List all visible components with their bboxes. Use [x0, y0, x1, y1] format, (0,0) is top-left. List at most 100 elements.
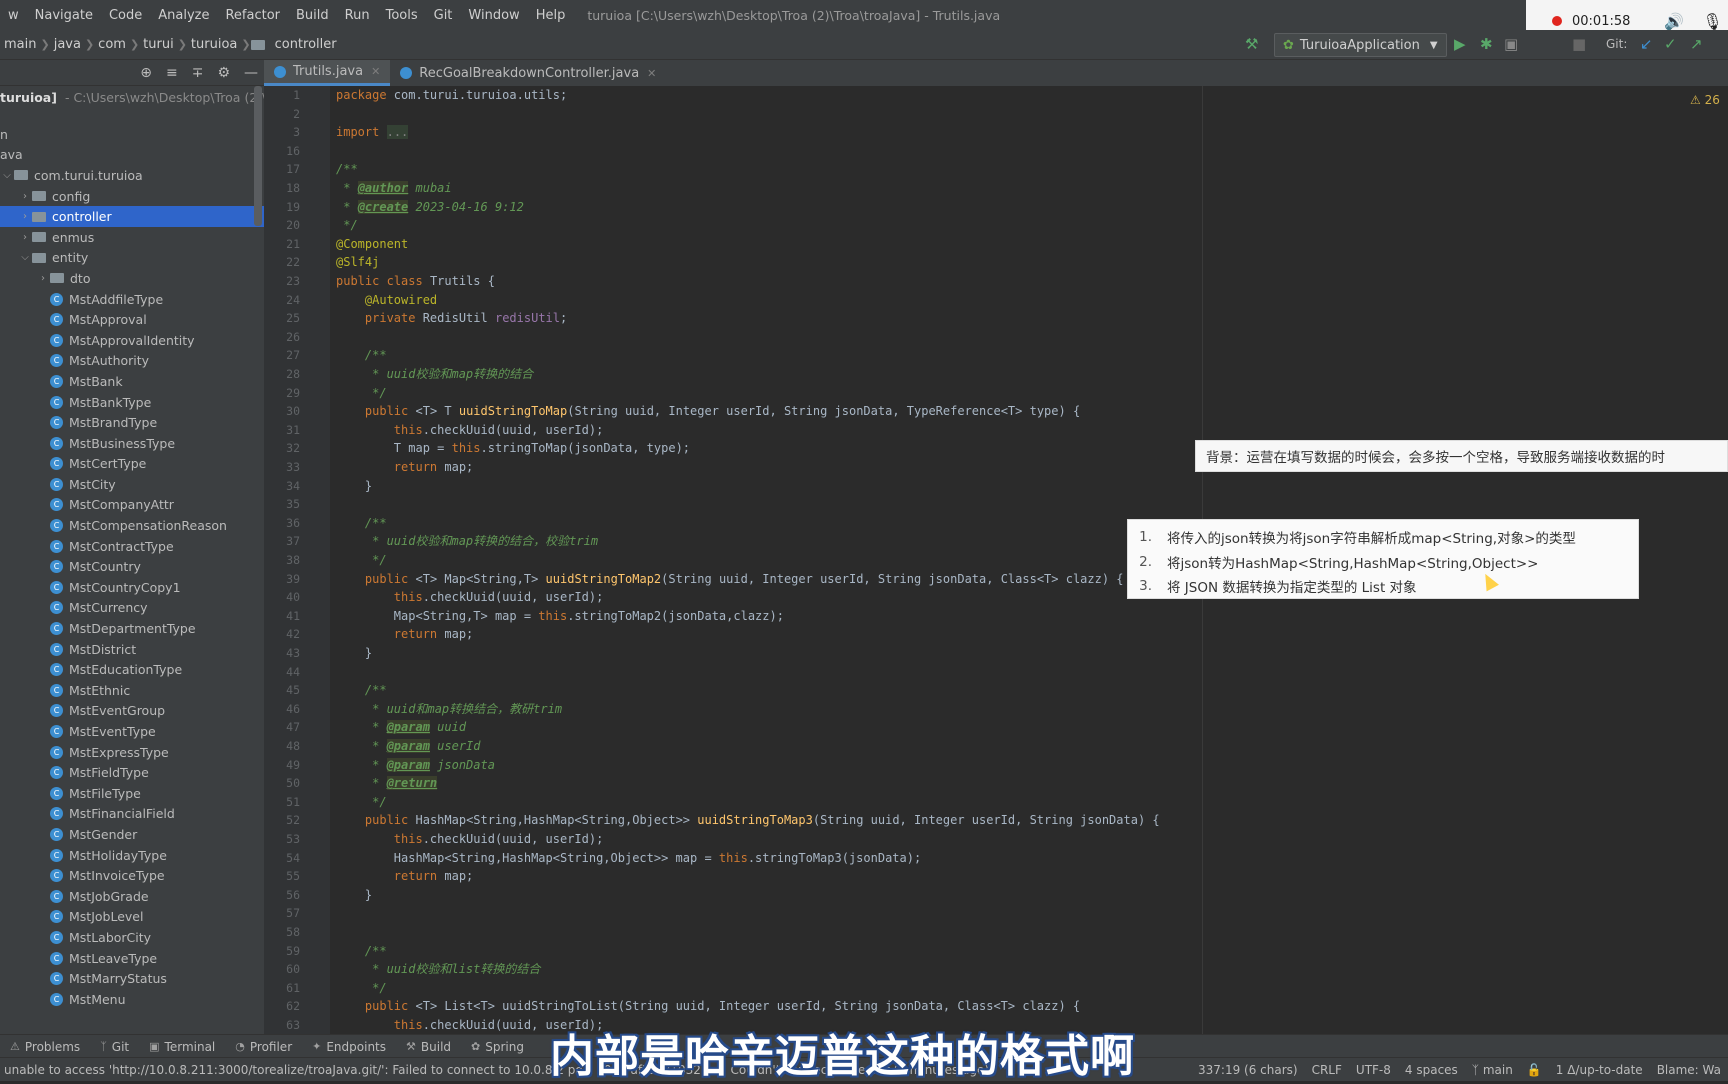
code-line[interactable]: /** — [336, 346, 387, 365]
tree-item-mstjoblevel[interactable]: C MstJobLevel — [0, 907, 264, 928]
tree-item-mstcontracttype[interactable]: C MstContractType — [0, 536, 264, 557]
line-separator[interactable]: CRLF — [1305, 1063, 1349, 1077]
tree-item-mstjobgrade[interactable]: C MstJobGrade — [0, 886, 264, 907]
gear-icon[interactable]: ⚙ — [217, 65, 230, 81]
tree-item-msteducationtype[interactable]: C MstEducationType — [0, 659, 264, 680]
code-line[interactable]: public <T> T uuidStringToMap(String uuid… — [336, 402, 1080, 421]
code-line[interactable]: * @create 2023-04-16 9:12 — [336, 198, 524, 217]
speaker-icon[interactable]: 🔊 — [1664, 12, 1684, 31]
tree-item-config[interactable]: › config — [0, 186, 264, 207]
menu-item-git[interactable]: Git — [426, 8, 461, 23]
tree-item-controller[interactable]: › controller — [0, 206, 264, 227]
tree-item-mstethnic[interactable]: C MstEthnic — [0, 680, 264, 701]
code-line[interactable]: private RedisUtil redisUtil; — [336, 309, 567, 328]
git-push-icon[interactable]: ↗ — [1690, 35, 1703, 53]
lock-icon[interactable]: 🔓 — [1520, 1063, 1549, 1077]
project-root[interactable]: turuioa] - C:\Users\wzh\Desktop\Troa (2)… — [0, 86, 264, 108]
tree-item-mstfieldtype[interactable]: C MstFieldType — [0, 762, 264, 783]
run-icon[interactable]: ▶ — [1454, 35, 1466, 53]
breadcrumb-item[interactable]: turuioa — [187, 37, 241, 52]
code-line[interactable]: public <T> List<T> uuidStringToList(Stri… — [336, 997, 1080, 1016]
tree-item-entity[interactable]: ⌵ entity — [0, 248, 264, 269]
code-line[interactable]: * uuid校验和map转换的结合，校验trim — [336, 532, 598, 551]
tool-tab-problems[interactable]: ⚠ Problems — [0, 1040, 90, 1054]
tree-item-mstleavetype[interactable]: C MstLeaveType — [0, 948, 264, 969]
breadcrumb-item[interactable]: main — [0, 37, 40, 52]
coverage-icon[interactable]: ▣ — [1504, 35, 1518, 53]
tree-item-mstcurrency[interactable]: C MstCurrency — [0, 598, 264, 619]
indent-setting[interactable]: 4 spaces — [1398, 1063, 1465, 1077]
code-line[interactable]: * @param userId — [336, 737, 481, 756]
code-line[interactable]: @Slf4j — [336, 253, 379, 272]
code-line[interactable]: */ — [336, 216, 357, 235]
tree-item-mstbanktype[interactable]: C MstBankType — [0, 392, 264, 413]
tree-item-mstexpresstype[interactable]: C MstExpressType — [0, 742, 264, 763]
code-line[interactable]: } — [336, 477, 372, 496]
hide-icon[interactable]: — — [244, 65, 258, 81]
tree-item-mstcity[interactable]: C MstCity — [0, 474, 264, 495]
vcs-status[interactable]: 1 Δ/up-to-date — [1549, 1063, 1650, 1077]
tree-item-mstinvoicetype[interactable]: C MstInvoiceType — [0, 865, 264, 886]
code-line[interactable]: import ... — [336, 123, 409, 142]
menu-item-w[interactable]: w — [0, 8, 27, 23]
tool-tab-spring[interactable]: ✿ Spring — [461, 1040, 534, 1054]
code-line[interactable]: /** — [336, 160, 358, 179]
code-line[interactable]: /** — [336, 514, 387, 533]
file-encoding[interactable]: UTF-8 — [1349, 1063, 1398, 1077]
blame-status[interactable]: Blame: Wa — [1650, 1063, 1728, 1077]
run-configuration-select[interactable]: ✿ TuruioaApplication ▼ — [1274, 33, 1447, 57]
tree-item-dto[interactable]: › dto — [0, 268, 264, 289]
close-icon[interactable]: ✕ — [371, 65, 380, 78]
tree-item-mstcerttype[interactable]: C MstCertType — [0, 454, 264, 475]
tree-item-mstmenu[interactable]: C MstMenu — [0, 989, 264, 1010]
code-line[interactable]: } — [336, 886, 372, 905]
menu-item-code[interactable]: Code — [101, 8, 150, 23]
tree-item-mstapprovalidentity[interactable]: C MstApprovalIdentity — [0, 330, 264, 351]
code-line[interactable]: */ — [336, 551, 386, 570]
tree-item-mstcompanyattr[interactable]: C MstCompanyAttr — [0, 495, 264, 516]
code-line[interactable]: * uuid校验和list转换的结合 — [336, 960, 540, 979]
menu-item-navigate[interactable]: Navigate — [27, 8, 101, 23]
code-line[interactable]: Map<String,T> map = this.stringToMap2(js… — [336, 607, 784, 626]
menu-item-build[interactable]: Build — [288, 8, 337, 23]
code-line[interactable]: * @param jsonData — [336, 756, 495, 775]
chevron-right-icon[interactable]: › — [18, 211, 32, 222]
code-line[interactable]: return map; — [336, 458, 473, 477]
tab-trutils-java[interactable]: Trutils.java ✕ — [264, 60, 391, 86]
caret-position[interactable]: 337:19 (6 chars) — [1191, 1063, 1305, 1077]
chevron-right-icon[interactable]: › — [36, 273, 50, 284]
code-line[interactable]: HashMap<String,HashMap<String,Object>> m… — [336, 849, 921, 868]
tree-item-mstbank[interactable]: C MstBank — [0, 371, 264, 392]
tree-item-msteventgroup[interactable]: C MstEventGroup — [0, 701, 264, 722]
tree-item-n[interactable]: n — [0, 124, 264, 145]
tool-tab-build[interactable]: ⚒ Build — [396, 1040, 461, 1054]
record-icon[interactable] — [1552, 16, 1562, 26]
tree-item-mstcountrycopy1[interactable]: C MstCountryCopy1 — [0, 577, 264, 598]
tree-item-mstholidaytype[interactable]: C MstHolidayType — [0, 845, 264, 866]
code-line[interactable]: * @return — [336, 774, 438, 793]
debug-icon[interactable]: ✱ — [1480, 35, 1493, 53]
code-line[interactable]: this.checkUuid(uuid, userId); — [336, 421, 604, 440]
tree-item-mstcompensationreason[interactable]: C MstCompensationReason — [0, 515, 264, 536]
git-branch[interactable]: ᛉ main — [1465, 1063, 1520, 1077]
code-line[interactable]: * @param uuid — [336, 718, 466, 737]
tool-tab-endpoints[interactable]: ✦ Endpoints — [302, 1040, 396, 1054]
close-icon[interactable]: ✕ — [647, 67, 656, 80]
stop-icon[interactable]: ■ — [1572, 35, 1586, 53]
tree-item-msteventtype[interactable]: C MstEventType — [0, 721, 264, 742]
mic-icon[interactable]: 🎙 — [1702, 12, 1722, 31]
tool-tab-terminal[interactable]: ▣ Terminal — [139, 1040, 225, 1054]
locate-icon[interactable]: ⊕ — [140, 65, 152, 81]
code-line[interactable]: this.checkUuid(uuid, userId); — [336, 830, 604, 849]
chevron-right-icon[interactable]: ⌵ — [0, 170, 14, 181]
code-line[interactable]: */ — [336, 979, 386, 998]
tree-item-com.turui.turuioa[interactable]: ⌵ com.turui.turuioa — [0, 165, 264, 186]
code-line[interactable]: public class Trutils { — [336, 272, 495, 291]
tree-item-mstbusinesstype[interactable]: C MstBusinessType — [0, 433, 264, 454]
code-line[interactable]: return map; — [336, 867, 473, 886]
tree-item-mstcountry[interactable]: C MstCountry — [0, 556, 264, 577]
tree-item-ava[interactable]: ava — [0, 145, 264, 166]
collapse-all-icon[interactable]: ∓ — [192, 65, 204, 81]
code-line[interactable]: T map = this.stringToMap(jsonData, type)… — [336, 439, 690, 458]
code-line[interactable]: */ — [336, 793, 386, 812]
